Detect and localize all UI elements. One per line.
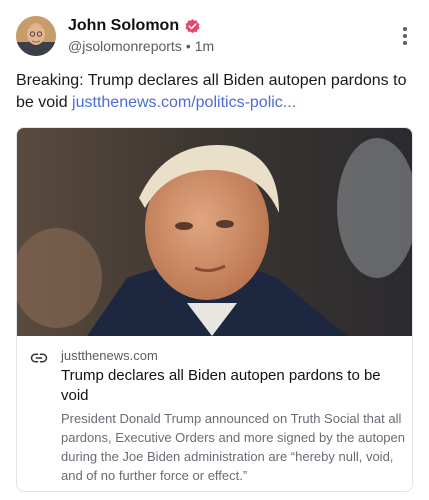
link-card-image	[17, 128, 412, 336]
author-handle[interactable]: @jsolomonreports	[68, 38, 182, 54]
link-card-description: President Donald Trump announced on Trut…	[61, 411, 405, 483]
more-vertical-icon[interactable]	[401, 26, 409, 46]
author-meta-row: @jsolomonreports • 1m	[68, 38, 214, 54]
post-link[interactable]: justthenews.com/politics-polic...	[72, 94, 296, 111]
link-card-body: justthenews.com Trump declares all Biden…	[17, 336, 412, 491]
meta-separator: •	[185, 38, 191, 54]
link-card-domain: justthenews.com	[61, 348, 158, 363]
avatar[interactable]	[16, 16, 56, 56]
post-time[interactable]: 1m	[195, 38, 214, 54]
link-card[interactable]: justthenews.com Trump declares all Biden…	[16, 127, 413, 492]
post-text: Breaking: Trump declares all Biden autop…	[16, 70, 413, 114]
author-name-row: John Solomon	[68, 16, 201, 36]
post-header: John Solomon @jsolomonreports • 1m	[16, 16, 413, 56]
verified-badge-icon	[185, 18, 200, 33]
link-icon	[30, 353, 48, 363]
avatar-image	[16, 16, 56, 56]
link-card-title[interactable]: Trump declares all Biden autopen pardons…	[61, 366, 406, 406]
author-name[interactable]: John Solomon	[68, 17, 179, 35]
